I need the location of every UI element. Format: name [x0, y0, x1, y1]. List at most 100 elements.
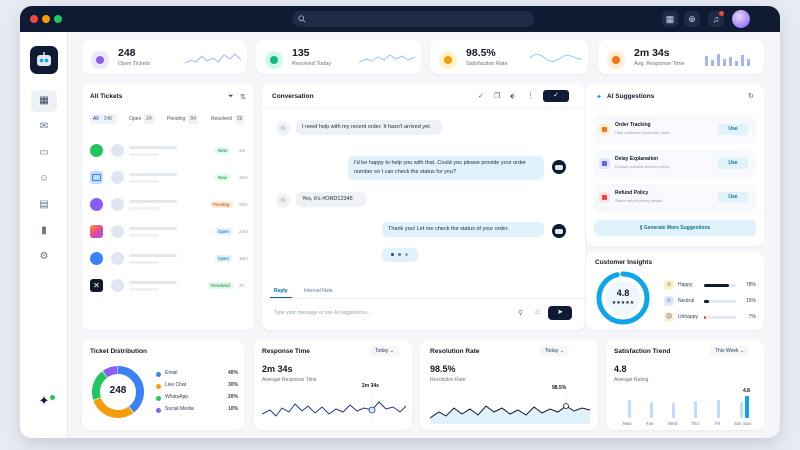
day-bar	[672, 403, 675, 418]
search-input[interactable]	[292, 11, 534, 27]
table-row[interactable]: Open 23m	[82, 219, 254, 245]
message-input[interactable]: Type your message or use AI suggestions.…	[274, 310, 371, 316]
ticket-time: 23m	[239, 229, 248, 234]
chart-marker-label: 4.8	[743, 388, 750, 394]
stat-value: 2m 34s	[634, 47, 670, 59]
table-row[interactable]: Pending 25m	[82, 192, 254, 218]
stat-card-satisfaction-rate[interactable]: 98.5% Satisfaction Rate	[430, 40, 588, 74]
users-icon[interactable]: ☺	[31, 168, 57, 190]
user-avatar[interactable]	[732, 10, 750, 28]
insight-pct: 78%	[745, 282, 756, 288]
table-row[interactable]: New 2m	[82, 138, 254, 164]
satisfaction-title: Satisfaction Trend	[614, 348, 671, 355]
satisfaction-value: 4.8	[614, 364, 627, 374]
response-value: 2m 34s	[262, 364, 293, 374]
mini-bar-chart	[705, 54, 750, 66]
tab-resolved[interactable]: Resolved 26	[208, 114, 247, 124]
range-dropdown[interactable]: Today ⌄	[540, 346, 569, 356]
status-badge: Open	[215, 228, 233, 235]
insight-row-happy: ☺ Happy 78%	[664, 280, 756, 292]
sort-icon[interactable]: ⇅	[240, 93, 246, 101]
tab-count: 248	[101, 114, 114, 124]
stat-card-avg-response-time[interactable]: 2m 34s Avg. Response Time	[598, 40, 764, 74]
refresh-icon[interactable]: ↻	[748, 92, 754, 100]
bot-icon	[552, 224, 566, 238]
close-dot[interactable]	[30, 15, 38, 23]
send-button[interactable]: ➤	[548, 306, 572, 320]
resolution-title: Resolution Rate	[430, 348, 480, 355]
legend-label: WhatsApp	[165, 394, 189, 400]
legend-item: Email 40%	[156, 370, 238, 380]
legend-item: WhatsApp 20%	[156, 394, 238, 404]
range-label: This Week	[715, 348, 739, 354]
robot-logo[interactable]	[30, 46, 58, 74]
check-icon[interactable]: ✓	[478, 92, 484, 100]
analytics-icon[interactable]: ▮	[31, 220, 57, 242]
filter-icon[interactable]: ⏷	[228, 93, 234, 101]
use-button[interactable]: Use	[718, 192, 748, 203]
add-icon[interactable]: ⊕	[684, 11, 700, 27]
minimize-dot[interactable]	[42, 15, 50, 23]
maximize-dot[interactable]	[54, 15, 62, 23]
tab-reply[interactable]: Reply	[274, 288, 288, 294]
insight-label: Happy	[678, 282, 693, 288]
divider	[262, 298, 585, 299]
settings-icon[interactable]: ⚙	[31, 246, 57, 268]
stat-label: Open Tickets	[118, 61, 151, 67]
insight-bar-fill	[704, 300, 709, 303]
suggestion-card: Delay Explanation Explain possible deliv…	[594, 150, 756, 178]
more-icon[interactable]: ⋮	[527, 92, 534, 100]
stat-card-open-tickets[interactable]: 248 Open Tickets	[82, 40, 247, 74]
response-sub: Average Response Time	[262, 377, 317, 383]
copy-icon[interactable]: ❐	[494, 92, 500, 100]
range-dropdown[interactable]: This Week ⌄	[710, 346, 750, 356]
preview-placeholder	[129, 261, 159, 264]
tag-icon[interactable]: ⬖	[510, 92, 515, 100]
suggestion-title: Delay Explanation	[615, 156, 659, 162]
table-row[interactable]: Open 30m	[82, 246, 254, 272]
preview-placeholder	[129, 234, 159, 237]
use-button[interactable]: Use	[718, 158, 748, 169]
status-badge: New	[215, 147, 231, 154]
tab-internal-note[interactable]: Internal Note	[304, 288, 333, 294]
avatar	[111, 198, 124, 211]
table-row[interactable]: ✕ Resolved 2h	[82, 273, 254, 299]
chart-marker-label: 2m 34s	[362, 383, 379, 389]
tab-all[interactable]: All 248	[90, 114, 117, 124]
attach-icon[interactable]: ⚲	[518, 309, 523, 317]
use-button[interactable]: Use	[718, 124, 748, 135]
stat-value: 98.5%	[466, 47, 496, 59]
inbox-icon[interactable]: ▭	[31, 142, 57, 164]
table-row[interactable]: New 15m	[82, 165, 254, 191]
day-bar	[694, 401, 697, 418]
ai-sparkle-icon[interactable]: ✦	[31, 390, 57, 412]
stat-card-resolved-today[interactable]: 135 Resolved Today	[256, 40, 421, 74]
insight-bar-fill	[704, 316, 707, 319]
tab-pending[interactable]: Pending 84	[164, 114, 201, 124]
rating-gauge	[596, 271, 650, 325]
tickets-panel: All Tickets ⏷ ⇅ All 248 Open 24 Pending 84 …	[82, 84, 254, 330]
name-placeholder	[129, 281, 177, 284]
calendar-icon[interactable]: ▦	[662, 11, 678, 27]
name-placeholder	[129, 254, 177, 257]
legend-dot	[156, 396, 161, 401]
tab-open[interactable]: Open 24	[126, 114, 157, 124]
avatar	[111, 144, 124, 157]
check-chat-icon	[265, 51, 283, 69]
tab-count: 84	[188, 114, 198, 124]
calendar-nav-icon[interactable]: ▤	[31, 194, 57, 216]
tab-label: Pending	[167, 116, 186, 122]
neutral-face-icon: ☺	[664, 296, 674, 306]
legend-label: Social Media	[165, 406, 194, 412]
stat-label: Avg. Response Time	[634, 61, 685, 67]
ticket-time: 2h	[239, 283, 245, 288]
tickets-icon[interactable]: ✉	[31, 116, 57, 138]
range-dropdown[interactable]: Today ⌄	[370, 346, 399, 356]
dashboard-icon[interactable]: ▦	[31, 90, 57, 112]
emoji-icon[interactable]: ☺	[534, 309, 541, 316]
conversation-title: Conversation	[272, 93, 314, 100]
top-bar: ▦ ⊕ ♫	[20, 6, 780, 32]
suggestion-title: Refund Policy	[615, 190, 649, 196]
resolve-button[interactable]: ✓	[543, 90, 569, 102]
generate-suggestions-button[interactable]: ⟪ Generate More Suggestions	[594, 220, 756, 236]
